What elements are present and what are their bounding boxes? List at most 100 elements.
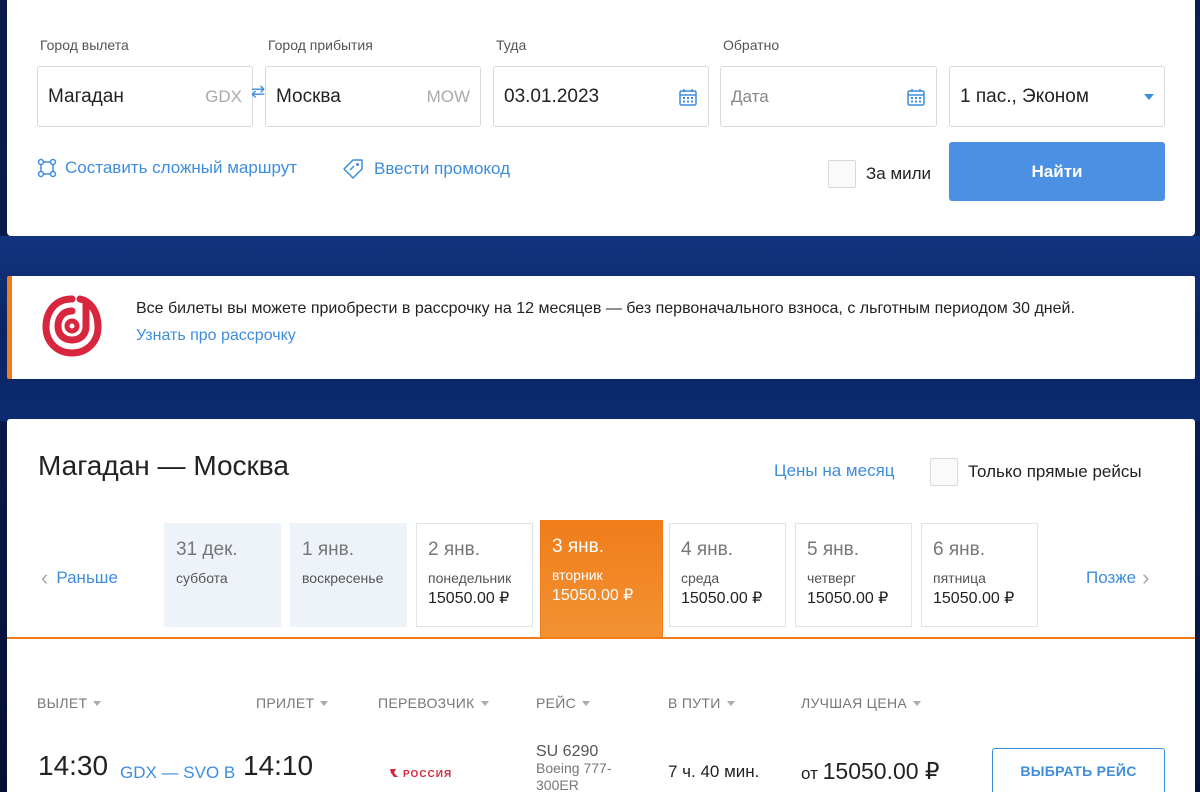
column-header-carrier: ПЕРЕВОЗЧИК xyxy=(378,695,475,711)
day-date: 3 янв. xyxy=(552,536,604,557)
column-header-duration: В ПУТИ xyxy=(668,695,721,711)
installment-banner: Все билеты вы можете приобрести в рассро… xyxy=(7,276,1195,379)
day-weekday: четверг xyxy=(807,570,856,586)
day-card[interactable]: 6 янв. пятница 15050.00 ₽ xyxy=(921,523,1038,627)
promo-code-link[interactable]: Ввести промокод xyxy=(342,158,510,180)
day-weekday: пятница xyxy=(933,570,986,586)
aeroflot-logo-icon: РОССИЯ xyxy=(390,769,452,780)
installment-link[interactable]: Узнать про рассрочку xyxy=(136,327,296,345)
day-card-selected[interactable]: 3 янв. вторник 15050.00 ₽ xyxy=(540,520,663,638)
day-date: 5 янв. xyxy=(807,539,859,560)
day-date: 31 дек. xyxy=(176,539,238,560)
aircraft-type: Boeing 777-300ER xyxy=(536,760,612,792)
from-value: Магадан xyxy=(48,85,124,107)
to-value: Москва xyxy=(276,85,341,107)
flight-info: SU 6290 Boeing 777-300ER xyxy=(536,743,626,792)
sort-departure[interactable]: ВЫЛЕТ xyxy=(37,695,102,711)
day-price: 15050.00 ₽ xyxy=(428,590,510,607)
day-date: 6 янв. xyxy=(933,539,985,560)
sort-arrival[interactable]: ПРИЛЕТ xyxy=(256,695,329,711)
flight-duration: 7 ч. 40 мин. xyxy=(668,762,760,781)
day-card[interactable]: 31 дек. суббота xyxy=(164,523,281,627)
from-label: Город вылета xyxy=(40,37,129,53)
chevron-right-icon: › xyxy=(1142,565,1150,590)
sort-down-icon xyxy=(480,700,489,706)
calendar-icon[interactable] xyxy=(906,87,926,107)
passengers-value: 1 пас., Эконом xyxy=(960,85,1089,107)
sort-down-icon xyxy=(582,700,591,706)
miles-option[interactable]: За мили xyxy=(828,160,931,188)
day-card[interactable]: 1 янв. воскресенье xyxy=(290,523,407,627)
day-date: 2 янв. xyxy=(428,539,480,560)
route-icon xyxy=(37,158,57,178)
month-prices-link[interactable]: Цены на месяц xyxy=(774,461,895,481)
earlier-label: Раньше xyxy=(56,568,118,587)
column-header-departure: ВЫЛЕТ xyxy=(37,695,88,711)
arrive-time: 14:10 xyxy=(243,750,314,781)
day-price: 15050.00 ₽ xyxy=(807,590,889,607)
day-weekday: среда xyxy=(681,570,720,586)
sort-down-icon xyxy=(726,700,735,706)
return-date-field[interactable]: Дата xyxy=(720,66,937,127)
depart-label: Туда xyxy=(496,37,527,53)
choose-flight-button[interactable]: ВЫБРАТЬ РЕЙС xyxy=(992,748,1165,792)
tag-icon xyxy=(343,159,363,179)
calendar-icon[interactable] xyxy=(678,87,698,107)
day-card[interactable]: 2 янв. понедельник 15050.00 ₽ xyxy=(416,523,533,627)
column-header-flight: РЕЙС xyxy=(536,695,577,711)
depart-date-value: 03.01.2023 xyxy=(504,85,600,107)
return-label: Обратно xyxy=(723,37,780,53)
complex-route-label: Составить сложный маршрут xyxy=(65,158,298,177)
later-button[interactable]: Позже › xyxy=(1086,567,1149,589)
sort-down-icon xyxy=(93,700,102,706)
day-card[interactable]: 4 янв. среда 15050.00 ₽ xyxy=(669,523,786,627)
passengers-select[interactable]: 1 пас., Эконом xyxy=(949,66,1165,127)
column-header-arrival: ПРИЛЕТ xyxy=(256,695,315,711)
best-price: от 15050.00 ₽ xyxy=(801,758,940,785)
return-date-placeholder: Дата xyxy=(731,86,769,106)
installment-logo-icon xyxy=(42,295,102,357)
to-field[interactable]: Москва MOW xyxy=(265,66,481,127)
earlier-button[interactable]: ‹ Раньше xyxy=(41,567,118,589)
divider xyxy=(7,637,1195,639)
results-panel: Магадан — Москва Цены на месяц Только пр… xyxy=(7,419,1195,792)
promo-code-label: Ввести промокод xyxy=(374,159,511,178)
from-field[interactable]: Магадан GDX xyxy=(37,66,253,127)
day-card[interactable]: 5 янв. четверг 15050.00 ₽ xyxy=(795,523,912,627)
route-codes[interactable]: GDX — SVO B xyxy=(120,763,235,783)
sort-carrier[interactable]: ПЕРЕВОЗЧИК xyxy=(378,695,489,711)
day-weekday: понедельник xyxy=(428,570,512,586)
day-price: 15050.00 ₽ xyxy=(933,590,1015,607)
chevron-left-icon: ‹ xyxy=(41,565,49,590)
later-label: Позже xyxy=(1086,568,1137,587)
search-panel: Город вылета Город прибытия Туда Обратно… xyxy=(7,0,1195,236)
flight-number: SU 6290 xyxy=(536,743,599,760)
direct-only-option[interactable]: Только прямые рейсы xyxy=(930,458,1142,486)
day-date: 4 янв. xyxy=(681,539,733,560)
sort-duration[interactable]: В ПУТИ xyxy=(668,695,735,711)
from-code: GDX xyxy=(205,86,242,106)
direct-only-label: Только прямые рейсы xyxy=(968,462,1142,481)
sort-flight[interactable]: РЕЙС xyxy=(536,695,591,711)
miles-checkbox[interactable] xyxy=(828,160,856,188)
carrier-name: РОССИЯ xyxy=(403,769,452,779)
depart-time: 14:30 xyxy=(38,750,109,781)
day-price: 15050.00 ₽ xyxy=(681,590,763,607)
find-button[interactable]: Найти xyxy=(949,142,1165,201)
carrier-logo: РОССИЯ xyxy=(389,766,459,780)
day-date: 1 янв. xyxy=(302,539,354,560)
direct-only-checkbox[interactable] xyxy=(930,458,958,486)
complex-route-link[interactable]: Составить сложный маршрут xyxy=(37,158,297,178)
banner-text: Все билеты вы можете приобрести в рассро… xyxy=(136,300,1075,317)
day-weekday: суббота xyxy=(176,570,228,586)
route-title: Магадан — Москва xyxy=(38,450,289,481)
to-code: MOW xyxy=(426,86,470,106)
column-header-best-price: ЛУЧШАЯ ЦЕНА xyxy=(801,695,908,711)
sort-down-icon xyxy=(913,700,922,706)
sort-best-price[interactable]: ЛУЧШАЯ ЦЕНА xyxy=(801,695,922,711)
day-weekday: воскресенье xyxy=(302,570,384,586)
price-value: 15050.00 ₽ xyxy=(822,758,940,784)
day-price: 15050.00 ₽ xyxy=(552,587,634,604)
to-label: Город прибытия xyxy=(268,37,373,53)
depart-date-field[interactable]: 03.01.2023 xyxy=(493,66,709,127)
